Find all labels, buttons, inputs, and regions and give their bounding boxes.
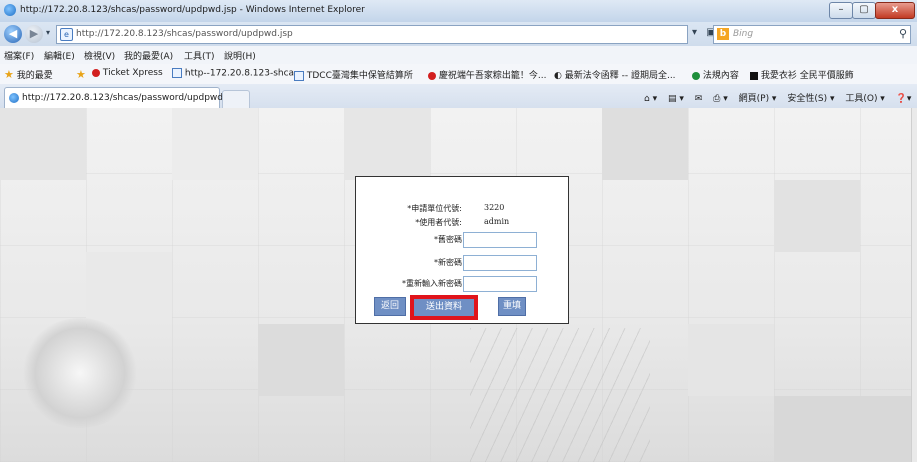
shop-icon xyxy=(750,71,758,80)
globe-icon xyxy=(692,71,700,80)
law-icon: ◐ xyxy=(554,71,562,81)
tab-updpwd[interactable]: http://172.20.8.123/shcas/password/updpw… xyxy=(4,87,232,108)
form-row-user-id: *使用者代號: admin xyxy=(356,215,568,231)
address-input[interactable]: e http://172.20.8.123/shcas/password/upd… xyxy=(56,25,688,44)
fav-item-ticket-xpress[interactable]: Ticket Xpress xyxy=(92,68,163,78)
form-row-old-password: *舊密碼 xyxy=(356,232,568,248)
ie-icon xyxy=(9,93,19,103)
news-icon xyxy=(428,71,436,80)
background-tile xyxy=(258,324,344,396)
page-content: *申請單位代號: 3220 *使用者代號: admin *舊密碼 *新密碼 *重… xyxy=(0,108,911,462)
browser-window: http://172.20.8.123/shcas/password/updpw… xyxy=(0,0,917,462)
fav-item-law[interactable]: ◐ 最新法令函釋 -- 證期局全... xyxy=(554,68,676,81)
ie-icon xyxy=(4,4,16,16)
home-icon[interactable]: ⌂ ▾ xyxy=(644,94,657,104)
fav-item-clothing[interactable]: 我愛衣衫 全民平價服飾 xyxy=(750,68,854,81)
old-password-input[interactable] xyxy=(463,232,537,248)
tab-row: http://172.20.8.123/shcas/password/updpw… xyxy=(0,84,917,109)
form-buttons: 返回 送出資料 重填 xyxy=(374,297,564,318)
search-input[interactable]: b Bing ⚲ xyxy=(713,25,911,44)
compat-view-icon[interactable]: ▾ xyxy=(692,27,697,38)
user-id-value: admin xyxy=(484,217,510,226)
page-icon xyxy=(172,68,182,78)
command-bar: ⌂ ▾ ▤ ▾ ✉ ⎙ ▾ 網頁(P) ▾ 安全性(S) ▾ 工具(O) ▾ ❓… xyxy=(644,91,917,104)
menu-bar: 檔案(F) 編輯(E) 檢視(V) 我的最愛(A) 工具(T) 說明(H) xyxy=(0,46,917,65)
mail-icon[interactable]: ✉ xyxy=(695,94,703,104)
back-button[interactable]: 返回 xyxy=(374,297,406,316)
star-icon: ★ xyxy=(4,68,14,81)
background-tile xyxy=(602,108,688,180)
new-password-label: *新密碼 xyxy=(434,258,462,267)
password-form: *申請單位代號: 3220 *使用者代號: admin *舊密碼 *新密碼 *重… xyxy=(355,176,569,324)
search-icon[interactable]: ⚲ xyxy=(899,27,907,40)
new-password-input[interactable] xyxy=(463,255,537,271)
page-icon: e xyxy=(60,28,73,41)
maximize-button[interactable]: ▢ xyxy=(852,2,876,19)
favorites-bar: ★ 我的最愛 ★ Ticket Xpress http--172.20.8.12… xyxy=(0,64,917,85)
back-button[interactable]: ◀ xyxy=(4,25,22,43)
menu-help[interactable]: 說明(H) xyxy=(224,49,256,62)
favorites-label: 我的最愛 xyxy=(16,71,53,81)
tab-label: http://172.20.8.123/shcas/password/updpw… xyxy=(22,93,232,103)
history-dropdown-icon[interactable]: ▾ xyxy=(46,28,50,37)
favorites-button[interactable]: ★ 我的最愛 xyxy=(4,68,53,81)
reset-button[interactable]: 重填 xyxy=(498,297,526,316)
old-password-label: *舊密碼 xyxy=(434,235,462,244)
background-tile xyxy=(774,180,860,252)
user-id-label: *使用者代號: xyxy=(415,218,462,227)
unit-code-value: 3220 xyxy=(484,203,505,212)
menu-file[interactable]: 檔案(F) xyxy=(4,49,34,62)
flower-graphic xyxy=(20,318,140,428)
new-tab-button[interactable] xyxy=(222,90,250,109)
cmd-page[interactable]: 網頁(P) ▾ xyxy=(739,91,777,104)
cmd-tools[interactable]: 工具(O) ▾ xyxy=(845,91,885,104)
menu-tools[interactable]: 工具(T) xyxy=(184,49,215,62)
add-favorite-icon[interactable]: ★ xyxy=(76,68,86,81)
window-title: http://172.20.8.123/shcas/password/updpw… xyxy=(20,5,365,15)
address-toolbar: ◀ ▶ ▾ e http://172.20.8.123/shcas/passwo… xyxy=(0,22,917,46)
form-row-confirm-password: *重新輸入新密碼 xyxy=(356,276,568,292)
address-url: http://172.20.8.123/shcas/password/updpw… xyxy=(76,29,293,39)
search-placeholder: Bing xyxy=(733,29,754,39)
confirm-password-input[interactable] xyxy=(463,276,537,292)
background-tile xyxy=(774,396,911,462)
menu-favorites[interactable]: 我的最愛(A) xyxy=(124,49,173,62)
menu-edit[interactable]: 編輯(E) xyxy=(44,49,75,62)
bing-icon: b xyxy=(717,28,729,40)
close-button[interactable]: x xyxy=(875,2,915,19)
form-row-new-password: *新密碼 xyxy=(356,255,568,271)
background-tile xyxy=(0,108,86,180)
forward-button[interactable]: ▶ xyxy=(25,25,43,43)
fav-item-http[interactable]: http--172.20.8.123-shca... xyxy=(172,68,303,79)
title-bar: http://172.20.8.123/shcas/password/updpw… xyxy=(0,0,917,23)
minimize-button[interactable]: – xyxy=(829,2,853,19)
fav-item-regulation[interactable]: 法規內容 xyxy=(692,68,739,81)
confirm-password-label: *重新輸入新密碼 xyxy=(402,279,462,288)
fav-item-dragonboat[interactable]: 慶祝端午吾家粽出籠！今... xyxy=(428,68,546,81)
ticket-icon xyxy=(92,68,100,77)
background-tile xyxy=(86,252,172,324)
bridge-graphic xyxy=(470,328,650,462)
help-icon[interactable]: ❓▾ xyxy=(896,94,912,104)
fav-item-tdcc[interactable]: TDCC臺灣集中保管結算所 xyxy=(294,68,413,81)
background-tile xyxy=(172,108,258,180)
menu-view[interactable]: 檢視(V) xyxy=(84,49,115,62)
submit-button[interactable]: 送出資料 xyxy=(412,297,476,318)
background-tile xyxy=(344,108,430,180)
feeds-icon[interactable]: ▤ ▾ xyxy=(668,94,684,104)
print-icon[interactable]: ⎙ ▾ xyxy=(713,94,728,104)
unit-code-label: *申請單位代號: xyxy=(407,204,462,213)
page-icon xyxy=(294,70,304,81)
cmd-safety[interactable]: 安全性(S) ▾ xyxy=(787,91,834,104)
vertical-scrollbar[interactable] xyxy=(911,108,917,462)
background-tile xyxy=(688,324,774,396)
